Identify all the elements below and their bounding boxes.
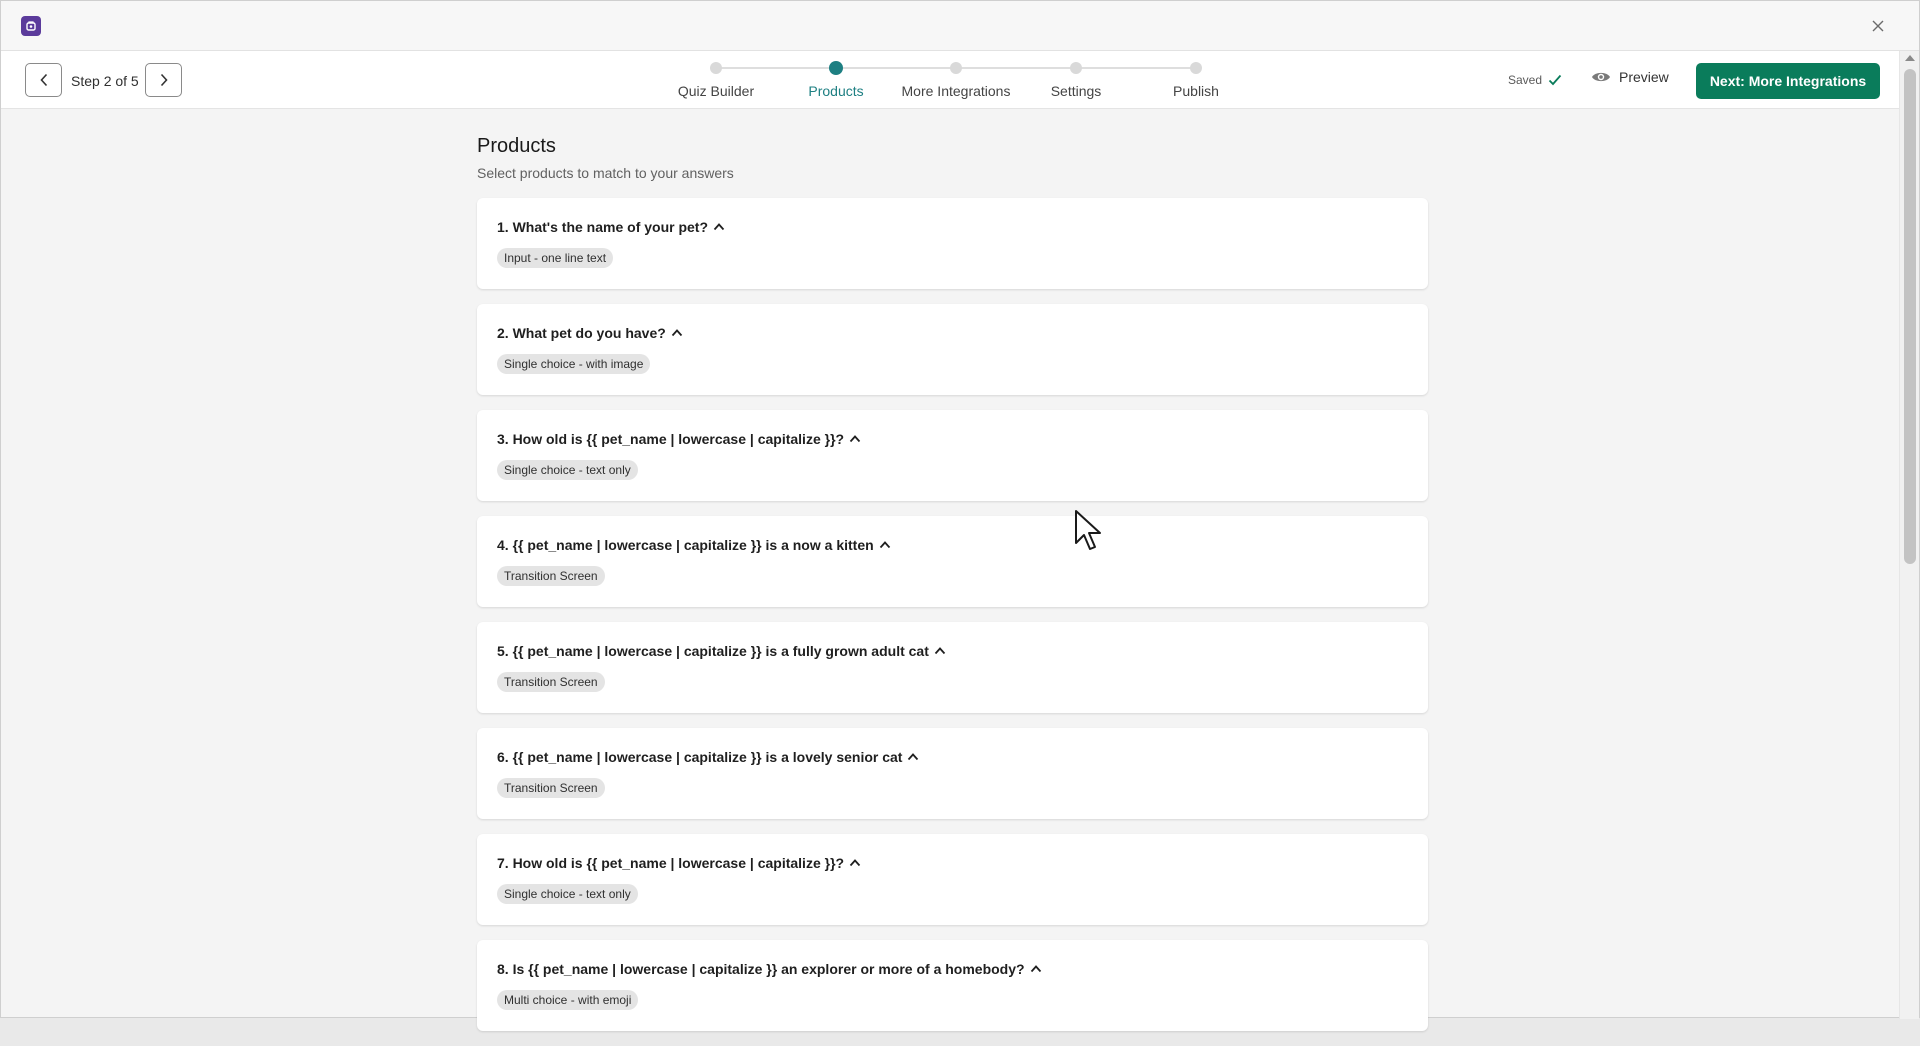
saved-status: Saved: [1508, 73, 1562, 87]
step-label: Publish: [1173, 83, 1219, 99]
question-title: 4. {{ pet_name | lowercase | capitalize …: [497, 537, 874, 553]
app-window: Step 2 of 5 Quiz Builder Products More I…: [0, 0, 1920, 1031]
wizard-toolbar: Step 2 of 5 Quiz Builder Products More I…: [1, 51, 1899, 109]
question-title: 8. Is {{ pet_name | lowercase | capitali…: [497, 961, 1025, 977]
question-list: 1. What's the name of your pet? Input - …: [477, 198, 1428, 1031]
eye-icon: [1592, 72, 1610, 82]
question-type-badge: Single choice - text only: [497, 460, 638, 480]
chevron-up-icon[interactable]: [670, 326, 684, 340]
step-dot: [1070, 62, 1082, 74]
question-type-badge: Input - one line text: [497, 248, 614, 268]
question-card[interactable]: 2. What pet do you have? Single choice -…: [477, 304, 1428, 395]
step-label: Products: [808, 83, 864, 99]
question-type-badge: Single choice - text only: [497, 884, 638, 904]
progress-stepper: Quiz Builder Products More Integrations …: [651, 51, 1251, 109]
chevron-up-icon[interactable]: [1029, 962, 1043, 976]
chevron-up-icon[interactable]: [878, 538, 892, 552]
question-card[interactable]: 6. {{ pet_name | lowercase | capitalize …: [477, 728, 1428, 819]
step-publish[interactable]: Publish: [1131, 51, 1261, 109]
question-title: 5. {{ pet_name | lowercase | capitalize …: [497, 643, 929, 659]
title-bar: [1, 1, 1919, 51]
vertical-scrollbar[interactable]: [1899, 51, 1919, 1019]
question-title: 7. How old is {{ pet_name | lowercase | …: [497, 855, 845, 871]
question-card[interactable]: 5. {{ pet_name | lowercase | capitalize …: [477, 622, 1428, 713]
step-quiz-builder[interactable]: Quiz Builder: [651, 51, 781, 109]
chevron-up-icon[interactable]: [906, 750, 920, 764]
chevron-up-icon[interactable]: [933, 644, 947, 658]
step-products[interactable]: Products: [771, 51, 901, 109]
step-dot: [950, 62, 962, 74]
preview-button[interactable]: Preview: [1591, 69, 1669, 85]
chevron-right-icon: [160, 73, 168, 87]
question-title: 3. How old is {{ pet_name | lowercase | …: [497, 431, 845, 447]
check-icon: [1548, 74, 1562, 86]
question-type-badge: Transition Screen: [497, 778, 605, 798]
question-type-badge: Transition Screen: [497, 672, 605, 692]
page-title: Products: [477, 135, 556, 157]
next-more-integrations-button[interactable]: Next: More Integrations: [1696, 63, 1880, 99]
question-card[interactable]: 7. How old is {{ pet_name | lowercase | …: [477, 834, 1428, 925]
question-card[interactable]: 3. How old is {{ pet_name | lowercase | …: [477, 410, 1428, 501]
chevron-left-icon: [39, 73, 47, 87]
page-subtitle: Select products to match to your answers: [477, 165, 734, 181]
question-card[interactable]: 4. {{ pet_name | lowercase | capitalize …: [477, 516, 1428, 607]
scroll-up-arrow-icon[interactable]: [1905, 55, 1915, 61]
previous-step-button[interactable]: [25, 63, 62, 97]
close-icon[interactable]: [1867, 15, 1889, 37]
question-title: 1. What's the name of your pet?: [497, 219, 709, 235]
chevron-up-icon[interactable]: [712, 220, 726, 234]
step-label: Settings: [1050, 83, 1102, 99]
products-page: Products Select products to match to you…: [477, 109, 1428, 1046]
question-title: 2. What pet do you have?: [497, 325, 666, 341]
question-card[interactable]: 1. What's the name of your pet? Input - …: [477, 198, 1428, 289]
app-logo-icon: [21, 16, 41, 36]
chevron-up-icon[interactable]: [848, 856, 862, 870]
question-type-badge: Multi choice - with emoji: [497, 990, 639, 1010]
step-label: More Integrations: [901, 83, 1011, 99]
step-more-integrations[interactable]: More Integrations: [891, 51, 1021, 109]
question-card[interactable]: 8. Is {{ pet_name | lowercase | capitali…: [477, 940, 1428, 1031]
next-step-button[interactable]: [145, 63, 182, 97]
step-dot-active: [829, 61, 843, 75]
saved-label: Saved: [1508, 73, 1543, 87]
scroll-thumb[interactable]: [1904, 69, 1916, 564]
step-counter: Step 2 of 5: [71, 73, 139, 89]
step-dot: [1190, 62, 1202, 74]
question-type-badge: Single choice - with image: [497, 354, 651, 374]
question-title: 6. {{ pet_name | lowercase | capitalize …: [497, 749, 903, 765]
preview-label: Preview: [1619, 69, 1669, 85]
mouse-pointer-icon: [1075, 510, 1101, 550]
chevron-up-icon[interactable]: [848, 432, 862, 446]
step-label: Quiz Builder: [677, 83, 755, 99]
question-type-badge: Transition Screen: [497, 566, 605, 586]
step-dot: [710, 62, 722, 74]
step-settings[interactable]: Settings: [1011, 51, 1141, 109]
